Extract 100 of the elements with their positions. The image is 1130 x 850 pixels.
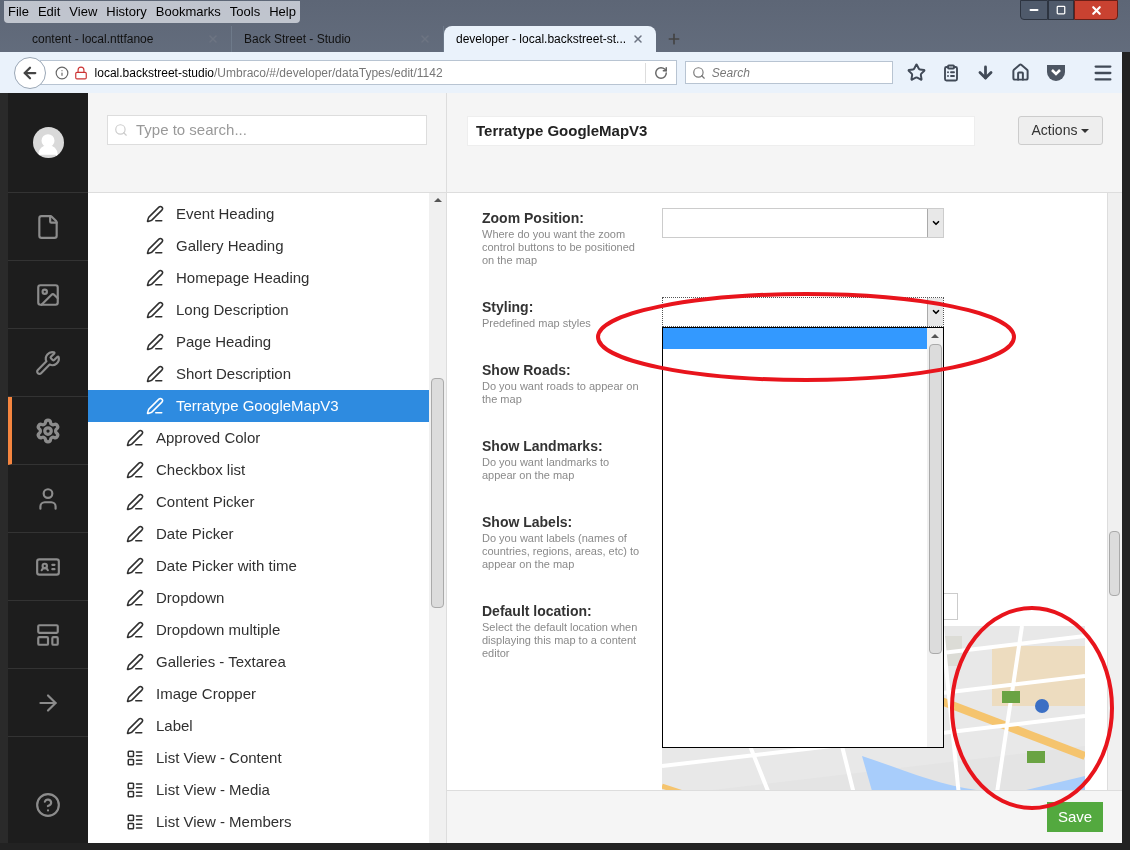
tree-item[interactable]: Page Heading	[88, 326, 429, 358]
pencil-icon	[146, 269, 164, 287]
actions-button[interactable]: Actions	[1018, 116, 1103, 145]
close-icon[interactable]	[632, 33, 644, 45]
field-label: Show Landmarks:	[482, 437, 604, 456]
tree-item[interactable]: Short Description	[88, 358, 429, 390]
pencil-icon	[126, 493, 144, 511]
pencil-icon	[146, 205, 164, 223]
minimize-button[interactable]	[1020, 0, 1048, 20]
tree-item[interactable]: Galleries - Textarea	[88, 646, 429, 678]
caret-icon	[930, 218, 941, 228]
url-text: local.backstreet-studio/Umbraco/#/developer/dataTypes/edit/1142	[94, 64, 443, 82]
tree-item[interactable]: Event Heading	[88, 198, 429, 230]
scroll-up-icon[interactable]	[931, 334, 939, 338]
back-button[interactable]	[14, 56, 46, 89]
field-label: Default location:	[482, 602, 593, 621]
settings-icon	[35, 417, 61, 444]
list-icon	[126, 781, 144, 799]
pencil-icon	[126, 685, 144, 703]
tree-item[interactable]: Date Picker with time	[88, 550, 429, 582]
search-field[interactable]: Search	[684, 61, 893, 84]
layout-icon	[35, 621, 61, 648]
close-icon	[1089, 3, 1103, 17]
search-icon	[691, 65, 706, 80]
pencil-icon	[146, 397, 164, 415]
info-icon[interactable]	[54, 65, 69, 80]
caret-icon	[930, 307, 941, 317]
menu-item[interactable]: Tools	[229, 2, 261, 22]
select-field[interactable]	[662, 297, 944, 327]
pencil-icon	[146, 301, 164, 319]
menu-item[interactable]: View	[69, 2, 98, 22]
reload-icon[interactable]	[653, 65, 668, 80]
tree-item[interactable]: Gallery Heading	[88, 230, 429, 262]
menu-item[interactable]: Edit	[37, 2, 61, 22]
list-icon	[126, 749, 144, 767]
browser-tab[interactable]: developer - local.backstreet-st...	[444, 26, 656, 52]
pencil-icon	[126, 653, 144, 671]
pencil-icon	[126, 525, 144, 543]
tree-item[interactable]: Image Cropper	[88, 678, 429, 710]
download-icon[interactable]	[976, 63, 995, 82]
menu-item[interactable]: File	[8, 2, 29, 22]
field-description: Predefined map styles	[482, 317, 592, 330]
tree-item[interactable]: Approved Color	[88, 422, 429, 454]
tree-item[interactable]: Terratype GoogleMapV3	[88, 390, 429, 422]
document-icon	[35, 213, 61, 240]
scrollbar[interactable]	[1107, 193, 1122, 790]
field-label: Zoom Position:	[482, 209, 585, 228]
search-icon	[114, 123, 128, 137]
pencil-icon	[146, 365, 164, 383]
dropdown-list[interactable]	[662, 327, 944, 748]
nav-item[interactable]	[8, 397, 88, 465]
tree-item[interactable]: Homepage Heading	[88, 262, 429, 294]
tree-item[interactable]: List View - Members	[88, 806, 429, 838]
pencil-icon	[146, 237, 164, 255]
pencil-icon	[126, 557, 144, 575]
address-bar[interactable]: local.backstreet-studio/Umbraco/#/developer/dataTypes/edit/1142	[39, 60, 677, 85]
pencil-icon	[126, 621, 144, 639]
wrench-icon	[35, 349, 61, 376]
avatar-icon[interactable]	[32, 127, 64, 158]
field-label: Show Roads:	[482, 361, 572, 380]
scrollbar-thumb[interactable]	[928, 344, 942, 654]
bookmark-star-icon[interactable]	[907, 63, 926, 82]
menu-item[interactable]: History	[106, 2, 147, 22]
tree-item[interactable]: Label	[88, 710, 429, 742]
menu-item[interactable]: Bookmarks	[155, 2, 221, 22]
field-description: Select the default location when displaying this map to a content editor	[482, 621, 639, 660]
field-label: Styling:	[482, 298, 535, 317]
field-description: Do you want roads to appear on the map	[482, 380, 640, 406]
field-label: Show Labels:	[482, 513, 574, 532]
tree-item[interactable]: Date Picker	[88, 518, 429, 550]
menu-item[interactable]: Help	[269, 2, 296, 22]
tree-item[interactable]: Dropdown	[88, 582, 429, 614]
pocket-icon[interactable]	[1046, 63, 1066, 82]
lock-icon[interactable]	[73, 65, 88, 80]
help-icon	[35, 792, 61, 818]
scroll-up-icon[interactable]	[433, 198, 442, 202]
pencil-icon	[126, 717, 144, 735]
maximize-button[interactable]	[1048, 0, 1074, 20]
scrollbar-thumb[interactable]	[1109, 531, 1120, 596]
tree-item[interactable]: Checkbox list	[88, 454, 429, 486]
field-description: Do you want labels (names of countries, regions, areas, etc) to appear on the map	[482, 532, 641, 571]
pencil-icon	[126, 589, 144, 607]
tree-item[interactable]: Content Picker	[88, 486, 429, 518]
field-description: Where do you want the zoom control buttons to be positioned on the map	[482, 228, 636, 267]
pencil-icon	[146, 333, 164, 351]
tree-item[interactable]: List View - Content	[88, 742, 429, 774]
tree-item[interactable]: Long Description	[88, 294, 429, 326]
field-description: Do you want landmarks to appear on the map	[482, 456, 611, 482]
list-icon	[126, 813, 144, 831]
pencil-icon	[126, 461, 144, 479]
name-field[interactable]: Terratype GoogleMapV3	[467, 116, 975, 146]
pencil-icon	[126, 429, 144, 447]
home-icon[interactable]	[1011, 63, 1030, 82]
scrollbar-thumb[interactable]	[431, 378, 444, 608]
tree-item[interactable]: Dropdown multiple	[88, 614, 429, 646]
clipboard-icon[interactable]	[942, 63, 960, 82]
close-button[interactable]	[1074, 0, 1118, 20]
scrollbar[interactable]	[429, 193, 446, 843]
tree-item[interactable]: List View - Media	[88, 774, 429, 806]
maximize-icon	[1056, 5, 1066, 15]
